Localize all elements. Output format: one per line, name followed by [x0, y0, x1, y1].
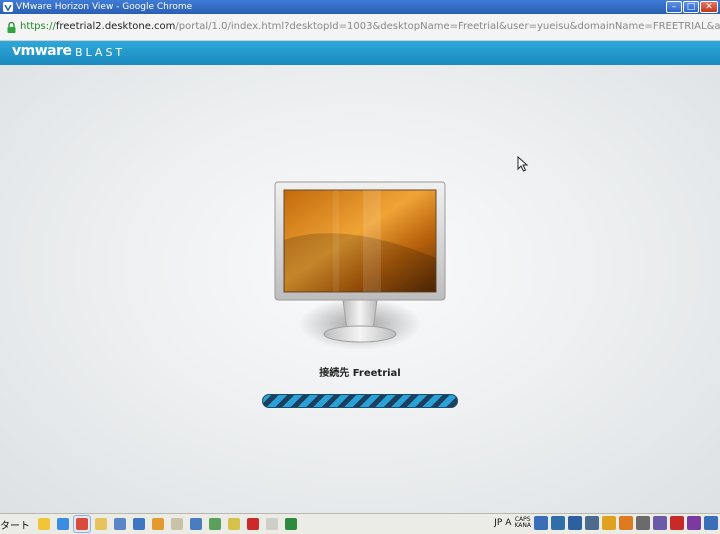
paint-icon[interactable]	[226, 516, 242, 532]
vmware-header: vmware BLAST	[0, 41, 720, 65]
window-title-bar: VMware Horizon View - Google Chrome – □ …	[0, 0, 720, 14]
address-bar[interactable]: https://freetrial2.desktone.com/portal/1…	[0, 14, 720, 41]
outlook-icon[interactable]	[36, 516, 52, 532]
flag-icon[interactable]	[704, 516, 718, 530]
notepad-icon[interactable]	[264, 516, 280, 532]
no-entry-icon[interactable]	[670, 516, 684, 530]
ime-mode-indicator[interactable]: A	[505, 518, 511, 528]
tool-icon[interactable]	[534, 516, 548, 530]
onenote-icon[interactable]	[687, 516, 701, 530]
progress-fill	[263, 395, 457, 407]
s-icon[interactable]	[619, 516, 633, 530]
system-tray: JP A CAPS KANA	[494, 516, 718, 530]
help-icon[interactable]	[568, 516, 582, 530]
acrobat-icon[interactable]	[245, 516, 261, 532]
maximize-button[interactable]: □	[683, 1, 699, 13]
document-icon[interactable]	[169, 516, 185, 532]
close-button[interactable]: ✕	[700, 1, 718, 13]
settings-icon[interactable]	[653, 516, 667, 530]
printer-icon[interactable]	[636, 516, 650, 530]
lock-icon	[7, 22, 16, 33]
url-path: /portal/1.0/index.html?desktopId=1003&de…	[175, 21, 720, 32]
url-host: freetrial2.desktone.com	[55, 21, 176, 32]
taskbar-apps	[36, 515, 299, 533]
product-name: BLAST	[75, 46, 126, 59]
url-scheme: https://	[20, 21, 56, 32]
kana-label: KANA	[514, 522, 531, 529]
vmware-logo: vmware	[12, 43, 72, 59]
app-z-icon[interactable]	[131, 516, 147, 532]
mouse-cursor-icon	[517, 156, 529, 172]
start-button[interactable]: タート	[0, 517, 30, 532]
connection-progress-bar	[262, 394, 458, 408]
network-icon[interactable]	[585, 516, 599, 530]
desktop-monitor-icon	[274, 181, 446, 350]
chrome-icon[interactable]	[73, 515, 91, 533]
bulb-icon[interactable]	[602, 516, 616, 530]
url-text[interactable]: https://freetrial2.desktone.com/portal/1…	[20, 21, 720, 32]
media-icon[interactable]	[150, 516, 166, 532]
app-l-icon[interactable]	[188, 516, 204, 532]
window-icon[interactable]	[112, 516, 128, 532]
caps-kana-indicator[interactable]: CAPS KANA	[514, 517, 531, 529]
network-icon[interactable]	[207, 516, 223, 532]
explorer-icon[interactable]	[93, 516, 109, 532]
language-indicator[interactable]: JP	[494, 518, 502, 528]
window-title: VMware Horizon View - Google Chrome	[16, 2, 193, 12]
vmware-view-icon	[3, 2, 13, 12]
connecting-status-text: 接続先 Freetrial	[319, 368, 401, 379]
excel-icon[interactable]	[283, 516, 299, 532]
ie-icon[interactable]	[55, 516, 71, 532]
cloud-icon[interactable]	[551, 516, 565, 530]
minimize-button[interactable]: –	[666, 1, 682, 13]
taskbar: タート JP A CAPS KANA	[0, 513, 720, 534]
